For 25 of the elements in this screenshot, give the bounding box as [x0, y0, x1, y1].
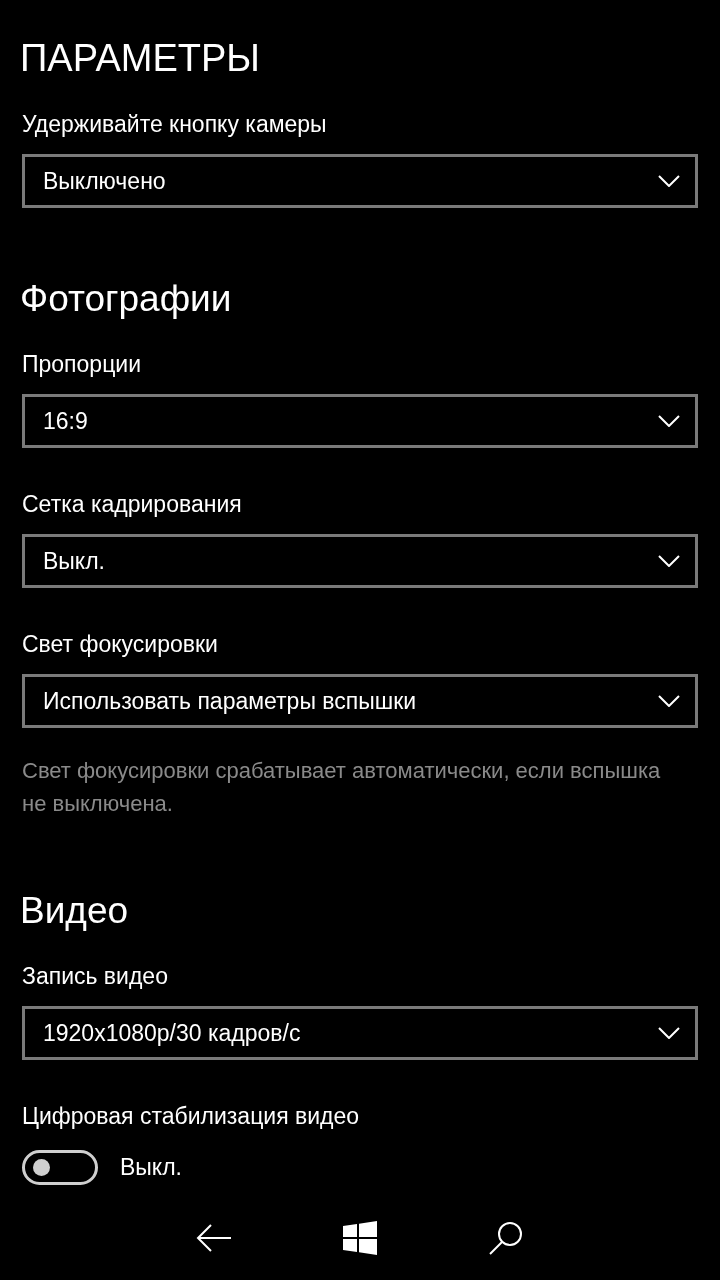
page-title: ПАРАМЕТРЫ: [20, 36, 260, 81]
setting-label: Свет фокусировки: [22, 630, 218, 659]
setting-label: Сетка кадрирования: [22, 490, 242, 519]
setting-label: Пропорции: [22, 350, 142, 379]
chevron-down-icon: [658, 175, 680, 187]
chevron-down-icon: [658, 415, 680, 427]
toggle-switch[interactable]: [22, 1150, 98, 1185]
setting-label: Удерживайте кнопку камеры: [22, 110, 327, 139]
setting-label: Цифровая стабилизация видео: [22, 1102, 360, 1131]
description-text: Свет фокусировки срабатывает автоматически, если вспышка не выключена.: [22, 757, 662, 818]
setting-label: Запись видео: [22, 962, 168, 991]
windows-logo-icon[interactable]: [343, 1221, 377, 1255]
toggle-state-label: Выкл.: [120, 1154, 182, 1181]
dropdown[interactable]: Выкл.: [22, 534, 698, 588]
section-heading: Видео: [20, 889, 129, 933]
search-icon[interactable]: [488, 1220, 525, 1256]
dropdown[interactable]: 1920x1080p/30 кадров/с: [22, 1006, 698, 1060]
chevron-down-icon: [658, 1027, 680, 1039]
back-icon[interactable]: [195, 1223, 232, 1253]
dropdown[interactable]: Использовать параметры вспышки: [22, 674, 698, 728]
chevron-down-icon: [658, 555, 680, 567]
dropdown[interactable]: Выключено: [22, 154, 698, 208]
section-heading: Фотографии: [20, 277, 232, 321]
dropdown[interactable]: 16:9: [22, 394, 698, 448]
chevron-down-icon: [658, 695, 680, 707]
